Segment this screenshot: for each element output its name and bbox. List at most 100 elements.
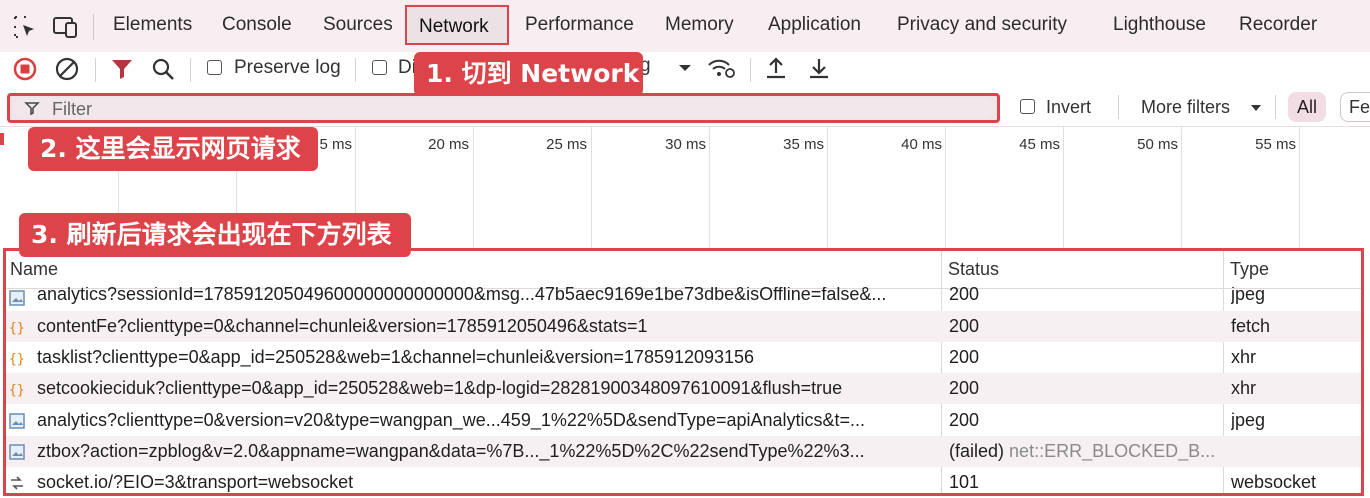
fetch-icon: {} — [9, 383, 25, 397]
timeline-tick-label: 35 ms — [783, 136, 824, 153]
timeline-gridline — [827, 127, 828, 249]
filter-icon — [24, 102, 40, 116]
tab-sources[interactable]: Sources — [323, 14, 393, 36]
request-status: 200 — [949, 410, 980, 430]
toolbar-separator — [750, 58, 751, 82]
timeline-gridline — [473, 127, 474, 249]
more-filters-dropdown[interactable]: More filters — [1141, 97, 1230, 118]
image-icon — [9, 290, 25, 306]
table-row[interactable]: {} setcookieciduk?clienttype=0&app_id=25… — [6, 373, 1361, 404]
export-har-icon[interactable] — [807, 56, 831, 82]
request-status: 101 — [949, 472, 980, 492]
request-type: xhr — [1231, 378, 1257, 398]
request-type: xhr — [1231, 347, 1257, 367]
timeline-gridline — [709, 127, 710, 249]
annotation-step3: 3. 刷新后请求会出现在下方列表 — [19, 213, 411, 257]
tab-memory[interactable]: Memory — [665, 14, 734, 36]
tab-elements[interactable]: Elements — [113, 14, 192, 36]
annotation-step2: 2. 这里会显示网页请求 — [28, 127, 318, 171]
request-name: contentFe?clienttype=0&channel=chunlei&v… — [37, 316, 648, 336]
toolbar-separator — [355, 58, 356, 82]
tab-network[interactable]: Network — [405, 5, 509, 45]
invert-checkbox[interactable] — [1020, 99, 1035, 114]
svg-text:{}: {} — [9, 321, 25, 335]
clear-icon[interactable] — [54, 56, 80, 82]
table-row[interactable]: analytics?sessionId=17859120504960000000… — [6, 287, 1361, 309]
request-status-cell: (failed) net::ERR_BLOCKED_B... — [949, 436, 1221, 467]
column-header-type[interactable]: Type — [1230, 251, 1269, 288]
timeline-gridline — [1063, 127, 1064, 249]
network-conditions-icon[interactable] — [706, 56, 736, 82]
timeline-tick-label: 20 ms — [428, 136, 469, 153]
disable-cache-checkbox[interactable] — [372, 60, 387, 75]
timeline-tick-label: 25 ms — [546, 136, 587, 153]
table-row[interactable]: socket.io/?EIO=3&transport=websocket 101… — [6, 467, 1361, 493]
request-name: analytics?sessionId=17859120504960000000… — [37, 287, 887, 304]
timeline-tick-label: 40 ms — [901, 136, 942, 153]
type-filter-all[interactable]: All — [1288, 92, 1326, 122]
request-type: websocket — [1231, 472, 1317, 492]
invert-label: Invert — [1046, 97, 1092, 117]
toolbar-separator — [95, 58, 96, 82]
tab-network-label: Network — [419, 16, 489, 37]
tab-console[interactable]: Console — [222, 14, 292, 36]
request-status: 200 — [949, 316, 980, 336]
table-row[interactable]: {} tasklist?clienttype=0&app_id=250528&w… — [6, 342, 1361, 373]
table-row[interactable]: analytics?clienttype=0&version=v20&type=… — [6, 405, 1361, 436]
device-toolbar-icon[interactable] — [52, 14, 78, 40]
table-row[interactable]: {} contentFe?clienttype=0&channel=chunle… — [6, 311, 1361, 342]
request-name: tasklist?clienttype=0&app_id=250528&web=… — [37, 347, 755, 367]
filter-box — [7, 93, 1000, 123]
request-status: 200 — [949, 378, 980, 398]
request-status: 200 — [949, 347, 980, 367]
timeline-gridline — [945, 127, 946, 249]
fetch-icon: {} — [9, 321, 25, 335]
inspect-element-icon[interactable] — [12, 14, 38, 40]
tab-performance[interactable]: Performance — [525, 14, 634, 36]
annotation-step1: 1. 切到 Network — [414, 52, 643, 96]
chevron-down-icon[interactable] — [1250, 104, 1262, 113]
network-toolbar: Preserve log Di g — [0, 52, 1370, 88]
table-row[interactable]: ztbox?action=zpblog&v=2.0&appname=wangpa… — [6, 436, 1361, 467]
timeline-tick-label: 50 ms — [1137, 136, 1178, 153]
record-stop-icon[interactable] — [12, 56, 38, 82]
filter-funnel-icon[interactable] — [110, 57, 134, 81]
tab-application[interactable]: Application — [768, 14, 861, 36]
column-header-status[interactable]: Status — [948, 251, 999, 288]
timeline-tick-label: 30 ms — [665, 136, 706, 153]
request-type: fetch — [1231, 316, 1271, 336]
request-name: analytics?clienttype=0&version=v20&type=… — [37, 410, 866, 430]
image-icon — [9, 413, 25, 429]
request-type: jpeg — [1231, 287, 1266, 304]
timeline-gridline — [1299, 127, 1300, 249]
preserve-log-label: Preserve log — [234, 57, 341, 78]
filter-separator — [1118, 95, 1119, 119]
timeline-gridline — [1181, 127, 1182, 249]
tab-recorder[interactable]: Recorder — [1239, 14, 1317, 36]
tab-lighthouse[interactable]: Lighthouse — [1113, 14, 1206, 36]
request-table: Name Status Type analytics?sessionId=178… — [3, 248, 1364, 496]
preserve-log-checkbox[interactable] — [207, 60, 222, 75]
filter-input[interactable] — [50, 97, 954, 121]
filter-separator — [1275, 95, 1276, 119]
request-status: (failed) — [949, 441, 1005, 461]
filter-bar: Invert More filters All Fet — [0, 88, 1370, 126]
timeline-tick-label: 45 ms — [1019, 136, 1060, 153]
timeline-tick-label: 55 ms — [1255, 136, 1296, 153]
timeline-start-marker — [0, 133, 4, 145]
image-icon — [9, 444, 25, 460]
devtools-tab-bar: Elements Console Sources Network Perform… — [0, 0, 1370, 52]
annotation-step1-text: 1. 切到 Network — [426, 59, 640, 88]
annotation-step3-text: 3. 刷新后请求会出现在下方列表 — [31, 220, 392, 249]
timeline-gridline — [591, 127, 592, 249]
import-har-icon[interactable] — [764, 56, 788, 82]
svg-text:{}: {} — [9, 352, 25, 366]
type-filter-fetch[interactable]: Fet — [1340, 92, 1370, 122]
search-icon[interactable] — [151, 57, 175, 81]
websocket-icon — [11, 476, 23, 490]
toolbar-separator — [190, 58, 191, 82]
request-type: jpeg — [1231, 410, 1266, 430]
tab-privacy-security[interactable]: Privacy and security — [897, 14, 1067, 36]
chevron-down-icon[interactable] — [678, 63, 692, 73]
request-name: setcookieciduk?clienttype=0&app_id=25052… — [37, 378, 843, 398]
